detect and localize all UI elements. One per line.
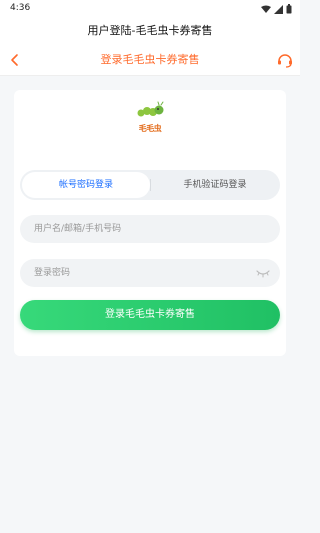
password-input[interactable] [34,259,254,287]
login-card: 毛毛虫 帐号密码登录 手机验证码登录 登录毛毛虫卡券寄售 [14,90,286,356]
tab-divider [150,179,151,191]
logo-text: 毛毛虫 [138,124,162,133]
nav-bar: 登录毛毛虫卡券寄售 [0,44,300,76]
eye-closed-icon[interactable] [256,268,270,278]
tab-sms-login[interactable]: 手机验证码登录 [152,170,278,200]
username-input[interactable] [34,215,254,243]
signal-icon [274,4,283,14]
customer-service-icon[interactable] [276,51,294,69]
nav-title: 登录毛毛虫卡券寄售 [100,53,200,66]
battery-icon [286,4,292,14]
status-time: 4:36 [10,3,31,13]
caterpillar-logo-icon [137,101,164,117]
back-arrow-icon[interactable] [6,51,24,69]
login-mode-tabs: 帐号密码登录 手机验证码登录 [20,170,280,200]
username-field [20,215,280,243]
login-button[interactable]: 登录毛毛虫卡券寄售 [20,300,280,330]
status-bar: 4:36 [0,0,300,18]
wifi-icon [261,5,271,13]
brand-logo: 毛毛虫 [132,100,168,136]
window-title: 用户登陆-毛毛虫卡券寄售 [0,18,300,44]
tab-password-login[interactable]: 帐号密码登录 [22,172,150,198]
status-icons [261,4,292,14]
password-field [20,259,280,287]
